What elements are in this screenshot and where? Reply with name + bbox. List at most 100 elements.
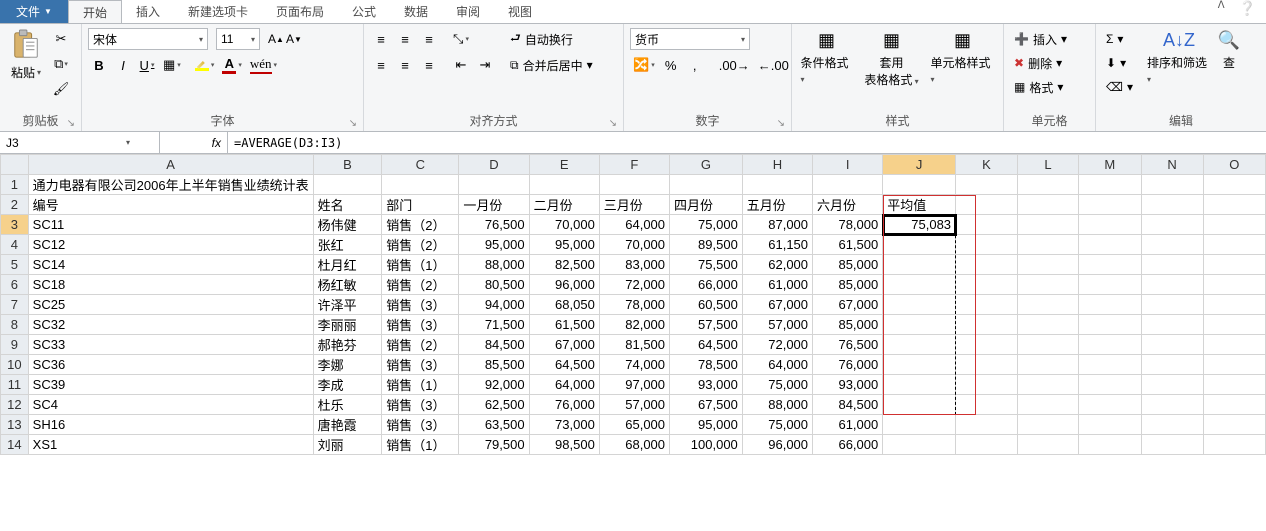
- cell-E8[interactable]: 61,500: [529, 315, 599, 335]
- bold-button[interactable]: B: [88, 54, 110, 76]
- cell-C3[interactable]: 销售（2）: [382, 215, 459, 235]
- cell-H6[interactable]: 61,000: [742, 275, 812, 295]
- tab-insert[interactable]: 插入: [122, 0, 174, 23]
- cell-G2[interactable]: 四月份: [670, 195, 743, 215]
- cell-E9[interactable]: 67,000: [529, 335, 599, 355]
- cell-D3[interactable]: 76,500: [459, 215, 529, 235]
- cell-J9[interactable]: [883, 335, 956, 355]
- cell-G4[interactable]: 89,500: [670, 235, 743, 255]
- currency-button[interactable]: 🔀▾: [630, 54, 658, 76]
- autosum-button[interactable]: Σ▾: [1102, 28, 1137, 50]
- cell-M9[interactable]: [1079, 335, 1142, 355]
- cell-G13[interactable]: 95,000: [670, 415, 743, 435]
- cell-D10[interactable]: 85,500: [459, 355, 529, 375]
- format-cells-button[interactable]: ▦格式 ▾: [1010, 76, 1067, 98]
- cell-M6[interactable]: [1079, 275, 1142, 295]
- number-format-combo[interactable]: 货币▾: [630, 28, 750, 50]
- row-header-9[interactable]: 9: [1, 335, 29, 355]
- dialog-launcher-icon[interactable]: ↘: [67, 118, 75, 129]
- tab-review[interactable]: 审阅: [442, 0, 494, 23]
- cell-N7[interactable]: [1141, 295, 1203, 315]
- cell-C4[interactable]: 销售（2）: [382, 235, 459, 255]
- row-header-12[interactable]: 12: [1, 395, 29, 415]
- cell-L13[interactable]: [1017, 415, 1078, 435]
- col-header-N[interactable]: N: [1141, 155, 1203, 175]
- cell-H13[interactable]: 75,000: [742, 415, 812, 435]
- cell-G6[interactable]: 66,000: [670, 275, 743, 295]
- col-header-C[interactable]: C: [382, 155, 459, 175]
- cell-E13[interactable]: 73,000: [529, 415, 599, 435]
- cell-M8[interactable]: [1079, 315, 1142, 335]
- col-header-F[interactable]: F: [599, 155, 669, 175]
- cell-H8[interactable]: 57,000: [742, 315, 812, 335]
- cell-H4[interactable]: 61,150: [742, 235, 812, 255]
- cell-J8[interactable]: [883, 315, 956, 335]
- cell-C11[interactable]: 销售（1）: [382, 375, 459, 395]
- cell-I4[interactable]: 61,500: [813, 235, 883, 255]
- cell-G12[interactable]: 67,500: [670, 395, 743, 415]
- cell-O9[interactable]: [1203, 335, 1265, 355]
- cell-K6[interactable]: [956, 275, 1018, 295]
- cell-F3[interactable]: 64,000: [599, 215, 669, 235]
- col-header-E[interactable]: E: [529, 155, 599, 175]
- col-header-B[interactable]: B: [313, 155, 382, 175]
- cell-N10[interactable]: [1141, 355, 1203, 375]
- cell-M7[interactable]: [1079, 295, 1142, 315]
- grow-font-button[interactable]: A▲: [268, 28, 284, 50]
- increase-decimal-button[interactable]: .00→: [716, 54, 753, 76]
- cell-C12[interactable]: 销售（3）: [382, 395, 459, 415]
- cell-M14[interactable]: [1079, 435, 1142, 455]
- cell-E10[interactable]: 64,500: [529, 355, 599, 375]
- cell-B7[interactable]: 许泽平: [313, 295, 382, 315]
- sort-filter-button[interactable]: A↓Z 排序和筛选 ▾: [1147, 28, 1211, 85]
- cell-H1[interactable]: [742, 175, 812, 195]
- decrease-decimal-button[interactable]: ←.00: [755, 54, 792, 76]
- cell-B10[interactable]: 李娜: [313, 355, 382, 375]
- cell-H3[interactable]: 87,000: [742, 215, 812, 235]
- cell-J11[interactable]: [883, 375, 956, 395]
- cell-G11[interactable]: 93,000: [670, 375, 743, 395]
- cell-D9[interactable]: 84,500: [459, 335, 529, 355]
- cell-H5[interactable]: 62,000: [742, 255, 812, 275]
- cell-I2[interactable]: 六月份: [813, 195, 883, 215]
- cell-D1[interactable]: [459, 175, 529, 195]
- formula-input[interactable]: [228, 133, 1266, 153]
- indent-increase-button[interactable]: ⇥: [474, 54, 496, 76]
- cell-L9[interactable]: [1017, 335, 1078, 355]
- name-box-input[interactable]: [0, 133, 120, 153]
- cell-B9[interactable]: 郝艳芬: [313, 335, 382, 355]
- cell-O12[interactable]: [1203, 395, 1265, 415]
- cell-F14[interactable]: 68,000: [599, 435, 669, 455]
- cell-L3[interactable]: [1017, 215, 1078, 235]
- cell-K14[interactable]: [956, 435, 1018, 455]
- cell-G7[interactable]: 60,500: [670, 295, 743, 315]
- cell-D2[interactable]: 一月份: [459, 195, 529, 215]
- cell-A9[interactable]: SC33: [28, 335, 313, 355]
- cell-F8[interactable]: 82,000: [599, 315, 669, 335]
- cell-A3[interactable]: SC11: [28, 215, 313, 235]
- row-header-8[interactable]: 8: [1, 315, 29, 335]
- row-header-4[interactable]: 4: [1, 235, 29, 255]
- cell-J14[interactable]: [883, 435, 956, 455]
- cell-L8[interactable]: [1017, 315, 1078, 335]
- cell-N1[interactable]: [1141, 175, 1203, 195]
- insert-cells-button[interactable]: ➕插入 ▾: [1010, 28, 1071, 50]
- cell-C14[interactable]: 销售（1）: [382, 435, 459, 455]
- cell-O1[interactable]: [1203, 175, 1265, 195]
- name-box[interactable]: ▾: [0, 132, 160, 153]
- cell-M11[interactable]: [1079, 375, 1142, 395]
- cell-A10[interactable]: SC36: [28, 355, 313, 375]
- cell-N14[interactable]: [1141, 435, 1203, 455]
- clear-button[interactable]: ⌫▾: [1102, 76, 1137, 98]
- row-header-10[interactable]: 10: [1, 355, 29, 375]
- cell-styles-button[interactable]: ▦ 单元格样式 ▾: [931, 28, 995, 85]
- cell-E5[interactable]: 82,500: [529, 255, 599, 275]
- cell-M4[interactable]: [1079, 235, 1142, 255]
- cell-J7[interactable]: [883, 295, 956, 315]
- cell-K10[interactable]: [956, 355, 1018, 375]
- cell-F1[interactable]: [599, 175, 669, 195]
- cell-F10[interactable]: 74,000: [599, 355, 669, 375]
- cell-G8[interactable]: 57,500: [670, 315, 743, 335]
- cell-J2[interactable]: 平均值: [883, 195, 956, 215]
- cell-F13[interactable]: 65,000: [599, 415, 669, 435]
